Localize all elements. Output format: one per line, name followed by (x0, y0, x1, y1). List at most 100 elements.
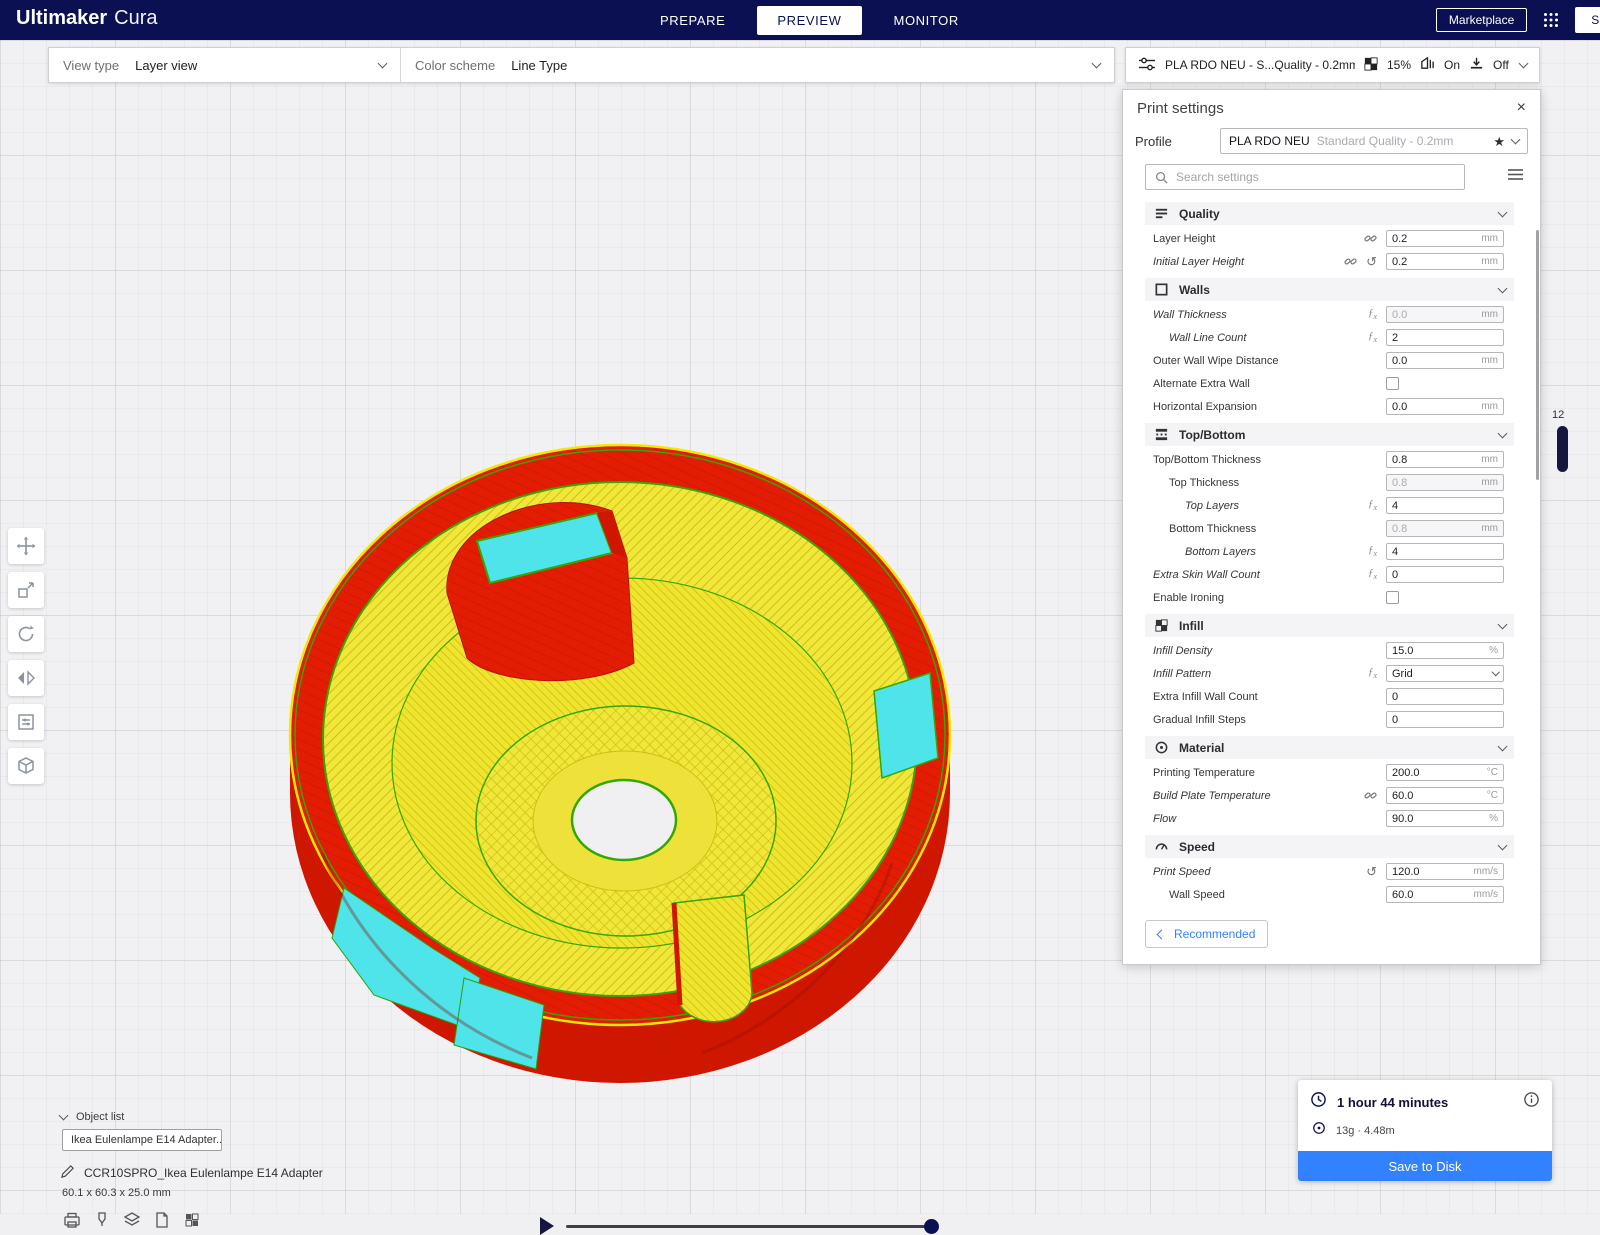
clock-icon (1310, 1091, 1327, 1113)
object-list-toggle[interactable]: Object list (58, 1110, 125, 1123)
marketplace-button[interactable]: Marketplace (1435, 8, 1528, 32)
section-label: Infill (1179, 618, 1204, 633)
object-list-label: Object list (76, 1111, 125, 1123)
rotate-tool-button[interactable] (8, 616, 44, 652)
setting-input[interactable]: 60.0 mm/s (1386, 886, 1504, 903)
setting-input[interactable]: 15.0% (1386, 642, 1504, 659)
setting-unit: mm (1481, 401, 1498, 412)
setting-unit: °C (1486, 767, 1498, 778)
support-blocker-button[interactable] (8, 748, 44, 784)
chevron-down-icon (1497, 619, 1508, 629)
setting-input[interactable]: 200.0 °C (1386, 764, 1504, 781)
profile-dropdown[interactable]: PLA RDO NEU Standard Quality - 0.2mm ★ (1220, 128, 1528, 154)
panel-scrollbar[interactable] (1536, 230, 1539, 480)
setting-input[interactable]: 0.8 mm (1386, 474, 1504, 491)
mirror-tool-button[interactable] (8, 660, 44, 696)
grid-icon[interactable] (182, 1210, 201, 1229)
setting-unit: mm (1481, 477, 1498, 488)
section-header-quality[interactable]: Quality (1145, 202, 1514, 225)
setting-row: Top Layers ƒx 4 (1123, 494, 1540, 517)
setting-label: Infill Density (1153, 644, 1213, 657)
document-icon[interactable] (152, 1210, 171, 1229)
setting-input[interactable]: 0.0 mm (1386, 306, 1504, 323)
section-header-material[interactable]: Material (1145, 736, 1514, 759)
setting-label: Bottom Layers (1185, 545, 1256, 558)
chevron-left-icon (1156, 929, 1167, 939)
setting-input[interactable]: 0 (1386, 566, 1504, 583)
revert-icon[interactable]: ↺ (1366, 255, 1377, 268)
tab-prepare[interactable]: PREPARE (640, 6, 745, 35)
star-icon[interactable]: ★ (1493, 135, 1505, 148)
print-settings-summary-bar[interactable]: PLA RDO NEU - S...Quality - 0.2mm 15% On… (1125, 47, 1540, 83)
printer-icon[interactable] (62, 1210, 81, 1229)
object-list-item[interactable]: Ikea Eulenlampe E14 Adapter... (62, 1129, 222, 1151)
search-input[interactable] (1174, 169, 1464, 185)
section-header-walls[interactable]: Walls (1145, 278, 1514, 301)
panel-header: Print settings × (1123, 90, 1540, 126)
edit-pencil-icon[interactable] (60, 1164, 75, 1182)
setting-row: Wall Thickness ƒx 0.0 mm (1123, 303, 1540, 326)
tab-monitor[interactable]: MONITOR (874, 6, 979, 35)
model-dimensions: 60.1 x 60.3 x 25.0 mm (62, 1187, 171, 1199)
setting-label: Bottom Thickness (1169, 522, 1257, 535)
color-scheme-label: Color scheme (415, 57, 496, 73)
close-icon[interactable]: × (1517, 99, 1526, 117)
menu-hamburger-icon[interactable] (1507, 168, 1524, 186)
setting-input[interactable]: 0 (1386, 688, 1504, 705)
recommended-button[interactable]: Recommended (1145, 920, 1269, 948)
profile-quality: Standard Quality - 0.2mm (1316, 134, 1454, 148)
setting-input[interactable]: 0.8 mm (1386, 520, 1504, 537)
setting-input[interactable]: 4 (1386, 497, 1504, 514)
setting-input[interactable]: 60.0 °C (1386, 787, 1504, 804)
move-tool-button[interactable] (8, 528, 44, 564)
section-header-topbottom[interactable]: Top/Bottom (1145, 423, 1514, 446)
setting-row: Build Plate Temperature 60.0 °C (1123, 784, 1540, 807)
tab-preview[interactable]: PREVIEW (757, 5, 862, 35)
speed-icon (1153, 839, 1169, 855)
setting-input[interactable]: 0.2 mm (1386, 230, 1504, 247)
setting-input[interactable]: 0.0 mm (1386, 398, 1504, 415)
nozzle-icon[interactable] (92, 1210, 111, 1229)
section-header-infill[interactable]: Infill (1145, 614, 1514, 637)
sign-in-button[interactable]: Sign in (1575, 7, 1600, 33)
print-job-summary-card: 1 hour 44 minutes 13g · 4.48m Save to Di… (1298, 1080, 1552, 1181)
recommended-label: Recommended (1174, 927, 1256, 941)
setting-checkbox[interactable] (1386, 377, 1399, 390)
view-type-value: Layer view (135, 57, 198, 73)
save-to-disk-button[interactable]: Save to Disk (1298, 1151, 1552, 1181)
setting-dropdown[interactable]: Grid (1386, 665, 1504, 682)
setting-input[interactable]: 90.0% (1386, 810, 1504, 827)
info-icon[interactable] (1523, 1091, 1540, 1113)
setting-checkbox[interactable] (1386, 591, 1399, 604)
simulation-play-button[interactable] (540, 1217, 554, 1235)
setting-input[interactable]: 0 (1386, 711, 1504, 728)
color-scheme-dropdown[interactable]: Color scheme Line Type (401, 48, 1114, 82)
material-row: 13g · 4.48m (1298, 1117, 1552, 1151)
setting-label: Wall Thickness (1153, 308, 1227, 321)
model-preview[interactable] (282, 433, 962, 1098)
setting-input[interactable]: 0.0 mm (1386, 352, 1504, 369)
profile-summary: PLA RDO NEU - S...Quality - 0.2mm (1165, 58, 1355, 72)
simulation-slider[interactable] (566, 1225, 938, 1228)
section-header-speed[interactable]: Speed (1145, 835, 1514, 858)
layer-slider-handle[interactable] (1557, 426, 1568, 472)
link-icon (1364, 789, 1377, 802)
per-model-settings-button[interactable] (8, 704, 44, 740)
setting-input[interactable]: 0.8 mm (1386, 451, 1504, 468)
setting-input[interactable]: 120.0 mm/s (1386, 863, 1504, 880)
apps-grid-icon[interactable] (1543, 12, 1559, 28)
simulation-slider-handle[interactable] (924, 1219, 939, 1234)
search-box[interactable] (1145, 164, 1465, 190)
setting-input[interactable]: 0.2 mm (1386, 253, 1504, 270)
scale-tool-button[interactable] (8, 572, 44, 608)
adhesion-icon (1469, 56, 1484, 74)
setting-input[interactable]: 2 (1386, 329, 1504, 346)
layers-icon[interactable] (122, 1210, 141, 1229)
revert-icon[interactable]: ↺ (1366, 865, 1377, 878)
setting-input[interactable]: 4 (1386, 543, 1504, 560)
logo-ultimaker: Ultimaker (16, 7, 108, 29)
view-type-dropdown[interactable]: View type Layer view (49, 48, 401, 82)
chevron-down-icon (58, 1110, 69, 1121)
support-state: On (1444, 58, 1461, 72)
section-label: Top/Bottom (1179, 427, 1246, 442)
